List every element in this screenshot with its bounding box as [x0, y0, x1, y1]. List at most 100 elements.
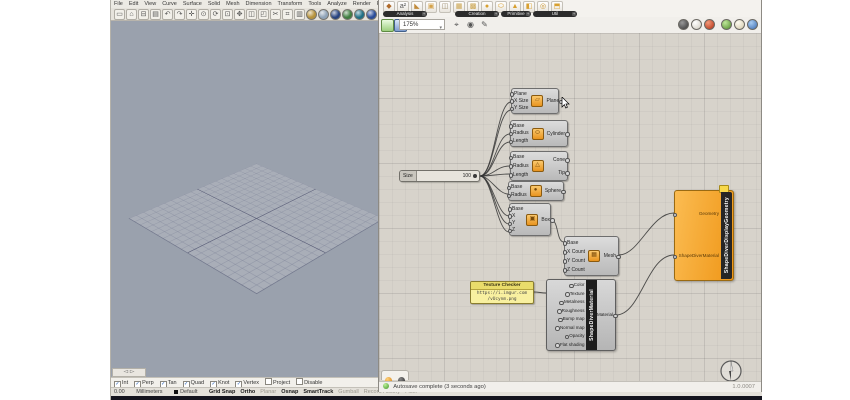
input-port-radius[interactable]: Radius	[511, 192, 527, 198]
open-file-icon[interactable]: ⌂	[126, 9, 137, 20]
display-name-bar[interactable]: ShapeDiverDisplayGeometry	[721, 192, 732, 279]
expand-icon[interactable]: +	[526, 12, 530, 16]
osnap-int[interactable]: ✓Int	[114, 378, 128, 387]
display-ivory-sphere-icon[interactable]	[734, 19, 745, 30]
menu-transform[interactable]: Transform	[275, 0, 306, 8]
input-port-shapedivermaterial[interactable]: ShapeDiverMaterial	[677, 253, 719, 259]
output-port-mesh[interactable]: Mesh	[604, 253, 616, 259]
menu-edit[interactable]: Edit	[126, 0, 141, 8]
cap-holes-icon[interactable]: ◫	[439, 1, 451, 13]
output-port-sphere[interactable]: Sphere	[545, 188, 561, 194]
osnap-knot[interactable]: ✓Knot	[210, 378, 229, 387]
input-port-texture[interactable]: Texture	[570, 291, 585, 297]
scale-icon[interactable]: ◰	[258, 9, 269, 20]
expand-icon[interactable]: +	[572, 12, 576, 16]
preview-off-icon[interactable]	[678, 19, 689, 30]
status-pane-ortho[interactable]: Ortho	[240, 388, 255, 396]
input-port-metalness[interactable]: Metalness	[564, 299, 585, 305]
checkbox-disable[interactable]	[296, 378, 303, 385]
layer-chip[interactable]: Default	[174, 388, 197, 396]
number-slider[interactable]: Size 100	[399, 170, 480, 182]
move-icon[interactable]: ✥	[234, 9, 245, 20]
input-port-length[interactable]: Length	[513, 172, 529, 178]
redo-icon[interactable]: ↷	[174, 9, 185, 20]
zoom-icon[interactable]: ⊙	[198, 9, 209, 20]
rhino-viewport[interactable]	[111, 21, 379, 377]
preview-eye-icon[interactable]: ◉	[465, 19, 476, 30]
osnap-vertex[interactable]: ✓Vertex	[235, 378, 259, 387]
rotate-view-icon[interactable]: ⟳	[210, 9, 221, 20]
input-port-roughness[interactable]: Roughness	[562, 308, 585, 314]
input-port-plane[interactable]: Plane	[514, 91, 528, 97]
light-sphere-icon[interactable]	[366, 9, 377, 20]
osnap-perp[interactable]: ✓Perp	[134, 378, 154, 387]
input-port-y[interactable]: Y	[512, 220, 523, 226]
env-sphere-icon[interactable]	[342, 9, 353, 20]
display-green-sphere-icon[interactable]	[721, 19, 732, 30]
menu-tools[interactable]: Tools	[305, 0, 324, 8]
new-file-icon[interactable]: ▭	[114, 9, 125, 20]
texture-sphere-icon[interactable]	[354, 9, 365, 20]
save-icon[interactable]: ⊟	[138, 9, 149, 20]
trim-icon[interactable]: ✂	[270, 9, 281, 20]
display-blue-sphere-icon[interactable]	[747, 19, 758, 30]
menu-file[interactable]: File	[111, 0, 126, 8]
output-port-cylinder[interactable]: Cylinder	[547, 131, 565, 137]
component-plane[interactable]: PlaneX SizeY Size▱Plane	[511, 88, 559, 114]
zoom-level-select[interactable]: 175% ▾	[399, 19, 445, 30]
component-shapediverdisplaygeometry[interactable]: Geometry ShapeDiverMaterial ShapeDiverDi…	[674, 190, 734, 281]
gh-canvas[interactable]: Size 100 PlaneX SizeY Size▱Plane Base Rad…	[379, 33, 761, 381]
preview-shaded-icon[interactable]	[704, 19, 715, 30]
input-port-base[interactable]: Base	[567, 240, 585, 246]
input-port-base[interactable]: Base	[511, 184, 527, 190]
select-icon[interactable]: ⊡	[222, 9, 233, 20]
component-mesh[interactable]: BaseX CountY CountZ Count▦Mesh	[564, 236, 619, 276]
osnap-project[interactable]: Project	[265, 378, 290, 387]
output-port-material[interactable]: Material	[597, 312, 613, 318]
canvas-tab-strip[interactable]	[381, 370, 409, 380]
expand-icon[interactable]: +	[422, 12, 426, 16]
input-port-base[interactable]: Base	[513, 154, 529, 160]
input-port-base[interactable]: Base	[513, 123, 529, 129]
layers-icon[interactable]: ▥	[294, 9, 305, 20]
input-port-base[interactable]: Base	[512, 206, 523, 212]
panel-texture-checker[interactable]: Texture Checker https://i.imgur.com /vUc…	[470, 281, 534, 304]
expand-icon[interactable]: +	[494, 12, 498, 16]
status-pane-planar[interactable]: Planar	[260, 388, 276, 396]
slider-knob[interactable]	[473, 174, 477, 178]
component-sphere[interactable]: BaseRadius●Sphere	[508, 181, 564, 201]
units-readout[interactable]: Millimeters	[136, 388, 162, 396]
input-port-geometry[interactable]: Geometry	[677, 211, 719, 217]
zoom-extents-icon[interactable]: ⌖	[451, 19, 462, 30]
input-port-color[interactable]: Color	[574, 282, 585, 288]
pan-icon[interactable]: ✛	[186, 9, 197, 20]
input-port-y-size[interactable]: Y Size	[514, 105, 528, 111]
output-port-plane[interactable]: Plane	[546, 98, 559, 104]
material-name-bar[interactable]: ShapeDiverMaterial	[586, 280, 597, 350]
checkbox-project[interactable]	[265, 378, 272, 385]
menu-surface[interactable]: Surface	[180, 0, 205, 8]
menu-analyze[interactable]: Analyze	[324, 0, 350, 8]
input-port-x-count[interactable]: X Count	[567, 249, 585, 255]
menu-solid[interactable]: Solid	[205, 0, 223, 8]
component-shapedivermaterial[interactable]: ColorTextureMetalnessRoughnessBump mapNo…	[546, 279, 616, 351]
output-port-box[interactable]: Box	[541, 217, 550, 223]
status-pane-grid-snap[interactable]: Grid Snap	[209, 388, 235, 396]
osnap-quad[interactable]: ✓Quad	[183, 378, 204, 387]
input-port-radius[interactable]: Radius	[513, 163, 529, 169]
menu-view[interactable]: View	[141, 0, 159, 8]
osnap-disable[interactable]: Disable	[296, 378, 322, 387]
menu-render[interactable]: Render	[350, 0, 374, 8]
input-port-x[interactable]: X	[512, 213, 523, 219]
status-pane-smarttrack[interactable]: SmartTrack	[303, 388, 333, 396]
new-document-icon[interactable]	[381, 19, 394, 32]
input-port-z-count[interactable]: Z Count	[567, 267, 585, 273]
input-port-normal-map[interactable]: Normal map	[560, 325, 585, 331]
material-sphere-icon[interactable]	[330, 9, 341, 20]
shade-sphere-icon[interactable]	[306, 9, 317, 20]
input-port-opacity[interactable]: Opacity	[569, 333, 584, 339]
copy-icon[interactable]: ◫	[246, 9, 257, 20]
input-port-length[interactable]: Length	[513, 138, 529, 144]
component-cone[interactable]: BaseRadiusLength△ConeTip	[510, 151, 568, 181]
menu-curve[interactable]: Curve	[159, 0, 180, 8]
